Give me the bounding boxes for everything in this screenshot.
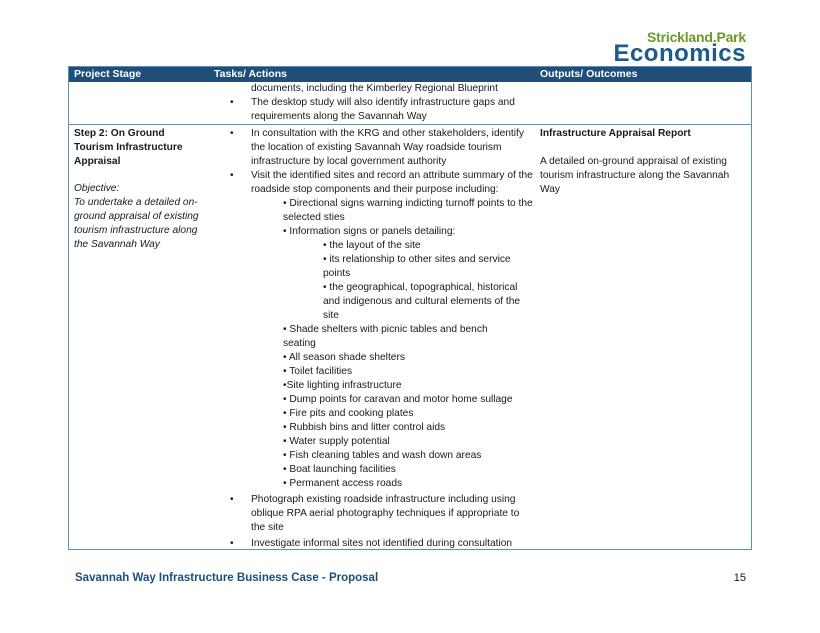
tasks-cell: documents, including the Kimberley Regio… [209, 82, 535, 124]
sub-item: • Dump points for caravan and motor home… [283, 394, 513, 405]
header-tasks-actions: Tasks/ Actions [214, 68, 287, 80]
output-title: Infrastructure Appraisal Report [540, 128, 691, 139]
task-bullet: • The desktop study will also identify i… [230, 97, 515, 122]
sub-sub-item: • the geographical, topographical, histo… [323, 282, 521, 321]
sub-item: • All season shade shelters [283, 352, 405, 363]
header-project-stage: Project Stage [74, 68, 142, 80]
task-bullet: • Photograph existing roadside infrastruc… [230, 494, 520, 533]
sub-item: • Shade shelters with picnic tables and … [283, 324, 488, 349]
sub-item: • Water supply potential [283, 436, 390, 447]
sub-item: • Toilet facilities [283, 366, 353, 377]
sub-item: • Information signs or panels detailing: [283, 226, 456, 237]
objective-label: Objective: [74, 183, 120, 194]
task-bullet: • Visit the identified sites and record a… [230, 170, 533, 195]
sub-item: • Boat launching facilities [283, 464, 396, 475]
table-row: documents, including the Kimberley Regio… [69, 82, 751, 125]
company-logo: Strickland.Park Economics [613, 30, 746, 67]
footer-title: Savannah Way Infrastructure Business Cas… [75, 572, 379, 584]
bullet-marker: • [230, 97, 234, 108]
table-header: Project Stage Tasks/ Actions Outputs/ Ou… [69, 67, 751, 82]
header-outputs-outcomes: Outputs/ Outcomes [540, 68, 638, 80]
sub-sub-item: • the layout of the site [323, 240, 421, 251]
tasks-cell: • In consultation with the KRG and other … [209, 127, 535, 551]
output-text: A detailed on-ground appraisal of existi… [540, 156, 730, 195]
stage-title: Step 2: On Ground Tourism Infrastructure… [74, 128, 183, 167]
table-row: Step 2: On Ground Tourism Infrastructure… [69, 125, 751, 550]
objective: Objective: To undertake a detailed on-gr… [74, 182, 204, 252]
stage-cell: Step 2: On Ground Tourism Infrastructure… [74, 127, 204, 252]
continued-line: documents, including the Kimberley Regio… [251, 83, 498, 94]
sub-item: • Fish cleaning tables and wash down are… [283, 450, 482, 461]
sub-item: • Fire pits and cooking plates [283, 408, 414, 419]
task-bullet: • Investigate informal sites not identifi… [230, 538, 513, 549]
project-table: Project Stage Tasks/ Actions Outputs/ Ou… [68, 66, 752, 550]
sub-sub-item: • its relationship to other sites and se… [323, 254, 511, 279]
sub-item: • Rubbish bins and litter control aids [283, 422, 446, 433]
task-bullet: • In consultation with the KRG and other … [230, 128, 524, 167]
logo-wordmark: Economics [613, 40, 746, 67]
sub-item: • Directional signs warning indicting tu… [283, 198, 533, 223]
sub-item: • Permanent access roads [283, 478, 403, 489]
sub-item: •Site lighting infrastructure [283, 380, 402, 391]
outputs-cell: Infrastructure Appraisal Report A detail… [540, 127, 745, 197]
page-number: 15 [733, 572, 746, 584]
objective-text: To undertake a detailed on-ground apprai… [74, 197, 199, 250]
